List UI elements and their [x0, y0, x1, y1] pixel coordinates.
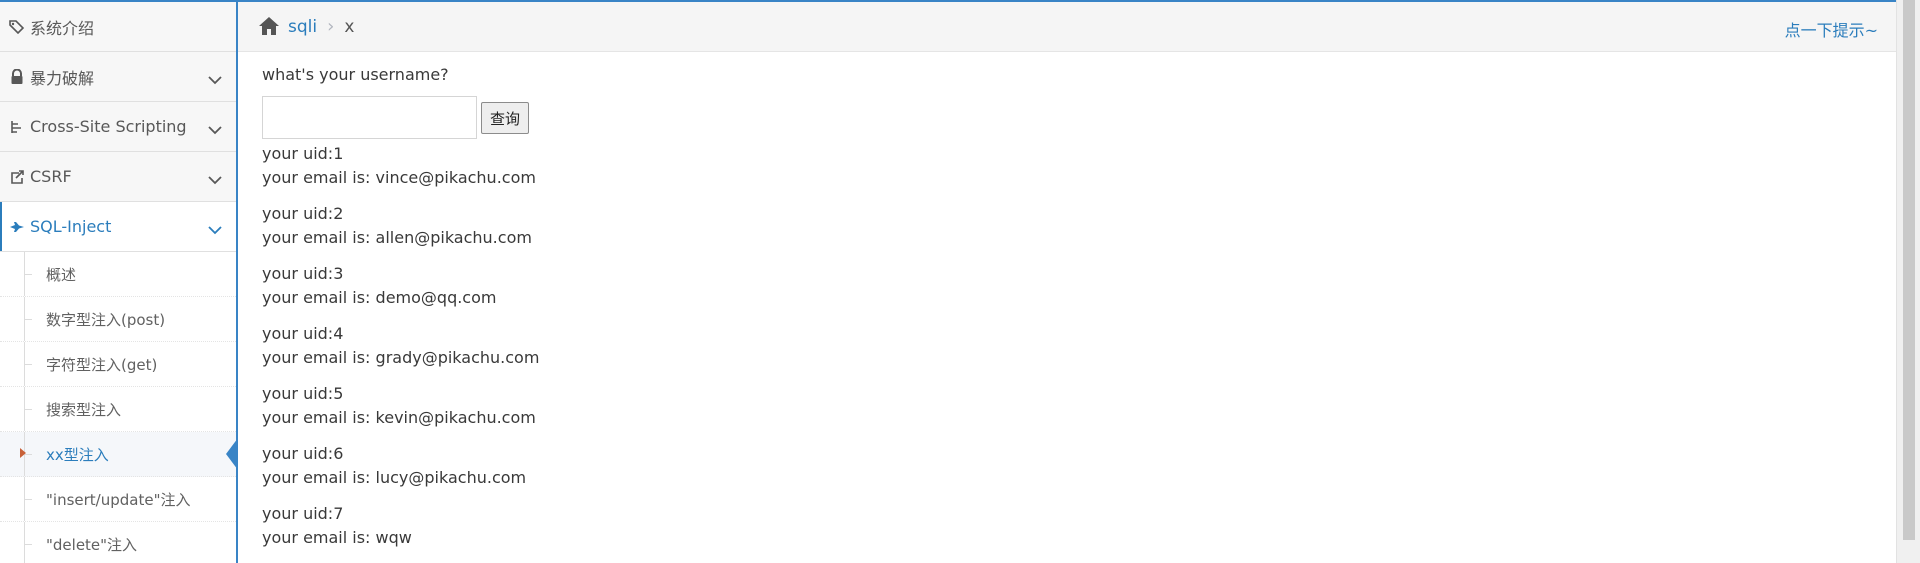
caret-right-icon	[20, 448, 26, 458]
username-input[interactable]	[262, 96, 477, 139]
submenu-item-label: 数字型注入(post)	[46, 310, 166, 329]
submenu-item-string-get[interactable]: 字符型注入(get)	[0, 342, 236, 387]
submenu-item-overview[interactable]: 概述	[0, 252, 236, 297]
lock-icon	[8, 69, 26, 84]
result-item: your uid:5 your email is: kevin@pikachu.…	[262, 382, 1872, 430]
app-window: 系统介绍 暴力破解 Cross-Site Scripting CSRF SQL-…	[0, 0, 1920, 563]
main-content-area: sqli › x 点一下提示~ what's your username? 查询…	[238, 0, 1896, 563]
submenu-item-label: "insert/update"注入	[46, 490, 191, 509]
breadcrumb-separator: ›	[327, 16, 335, 37]
result-email: your email is: allen@pikachu.com	[262, 228, 532, 247]
result-uid: your uid:2	[262, 204, 344, 223]
sidebar-item-label: SQL-Inject	[30, 217, 112, 236]
chevron-down-icon	[208, 220, 222, 239]
breadcrumb-link-sqli[interactable]: sqli	[288, 17, 317, 37]
result-item: your uid:4 your email is: grady@pikachu.…	[262, 322, 1872, 370]
submenu-item-label: xx型注入	[46, 445, 109, 464]
submenu-item-numeric-post[interactable]: 数字型注入(post)	[0, 297, 236, 342]
query-form: 查询	[262, 96, 1872, 142]
sidebar-item-brute-force[interactable]: 暴力破解	[0, 52, 236, 102]
result-item: your uid:3 your email is: demo@qq.com	[262, 262, 1872, 310]
chevron-down-icon	[208, 170, 222, 189]
submenu-item-label: 概述	[46, 265, 77, 284]
result-item: your uid:7 your email is: wqw	[262, 502, 1872, 550]
chevron-down-icon	[208, 70, 222, 89]
tags-icon	[8, 19, 26, 34]
result-item: your uid:1 your email is: vince@pikachu.…	[262, 142, 1872, 190]
submenu-item-label: "delete"注入	[46, 535, 138, 554]
vertical-scrollbar[interactable]	[1896, 0, 1920, 563]
sidebar: 系统介绍 暴力破解 Cross-Site Scripting CSRF SQL-…	[0, 0, 238, 563]
result-uid: your uid:3	[262, 264, 344, 283]
result-uid: your uid:7	[262, 504, 344, 523]
result-email: your email is: lucy@pikachu.com	[262, 468, 527, 487]
result-uid: your uid:5	[262, 384, 344, 403]
submenu-item-insert-update[interactable]: "insert/update"注入	[0, 477, 236, 522]
result-item: your uid:2 your email is: allen@pikachu.…	[262, 202, 1872, 250]
sidebar-item-system-intro[interactable]: 系统介绍	[0, 2, 236, 52]
chevron-down-icon	[208, 120, 222, 139]
hint-link[interactable]: 点一下提示~	[1785, 17, 1878, 41]
sidebar-item-xss[interactable]: Cross-Site Scripting	[0, 102, 236, 152]
result-uid: your uid:4	[262, 324, 344, 343]
sql-inject-submenu: 概述 数字型注入(post) 字符型注入(get) 搜索型注入 xx型注入 "i…	[0, 252, 236, 563]
submenu-item-delete[interactable]: "delete"注入	[0, 522, 236, 563]
result-uid: your uid:6	[262, 444, 344, 463]
result-email: your email is: wqw	[262, 528, 412, 547]
result-uid: your uid:1	[262, 144, 344, 163]
submenu-item-label: 字符型注入(get)	[46, 355, 158, 374]
result-email: your email is: vince@pikachu.com	[262, 168, 536, 187]
sidebar-item-label: 暴力破解	[30, 68, 95, 88]
result-item: your uid:6 your email is: lucy@pikachu.c…	[262, 442, 1872, 490]
sidebar-item-label: Cross-Site Scripting	[30, 117, 187, 136]
result-email: your email is: kevin@pikachu.com	[262, 408, 536, 427]
submenu-item-xx[interactable]: xx型注入	[0, 432, 236, 477]
sidebar-item-sql-inject[interactable]: SQL-Inject	[0, 202, 236, 252]
active-pointer-icon	[226, 438, 236, 470]
page-content: what's your username? 查询 your uid:1 your…	[238, 52, 1896, 563]
sidebar-item-label: 系统介绍	[30, 18, 95, 38]
scrollbar-thumb[interactable]	[1903, 0, 1915, 540]
share-square-icon	[8, 169, 26, 184]
sidebar-item-label: CSRF	[30, 167, 72, 186]
home-icon[interactable]	[258, 16, 280, 38]
username-question: what's your username?	[262, 65, 449, 84]
query-button[interactable]: 查询	[481, 102, 530, 134]
sidebar-item-csrf[interactable]: CSRF	[0, 152, 236, 202]
breadcrumb-current: x	[344, 16, 355, 37]
fighter-jet-icon	[8, 221, 26, 233]
breadcrumb: sqli › x 点一下提示~	[238, 0, 1896, 52]
sitemap-icon	[8, 120, 26, 134]
result-email: your email is: demo@qq.com	[262, 288, 497, 307]
submenu-item-search[interactable]: 搜索型注入	[0, 387, 236, 432]
submenu-item-label: 搜索型注入	[46, 400, 122, 419]
result-email: your email is: grady@pikachu.com	[262, 348, 540, 367]
